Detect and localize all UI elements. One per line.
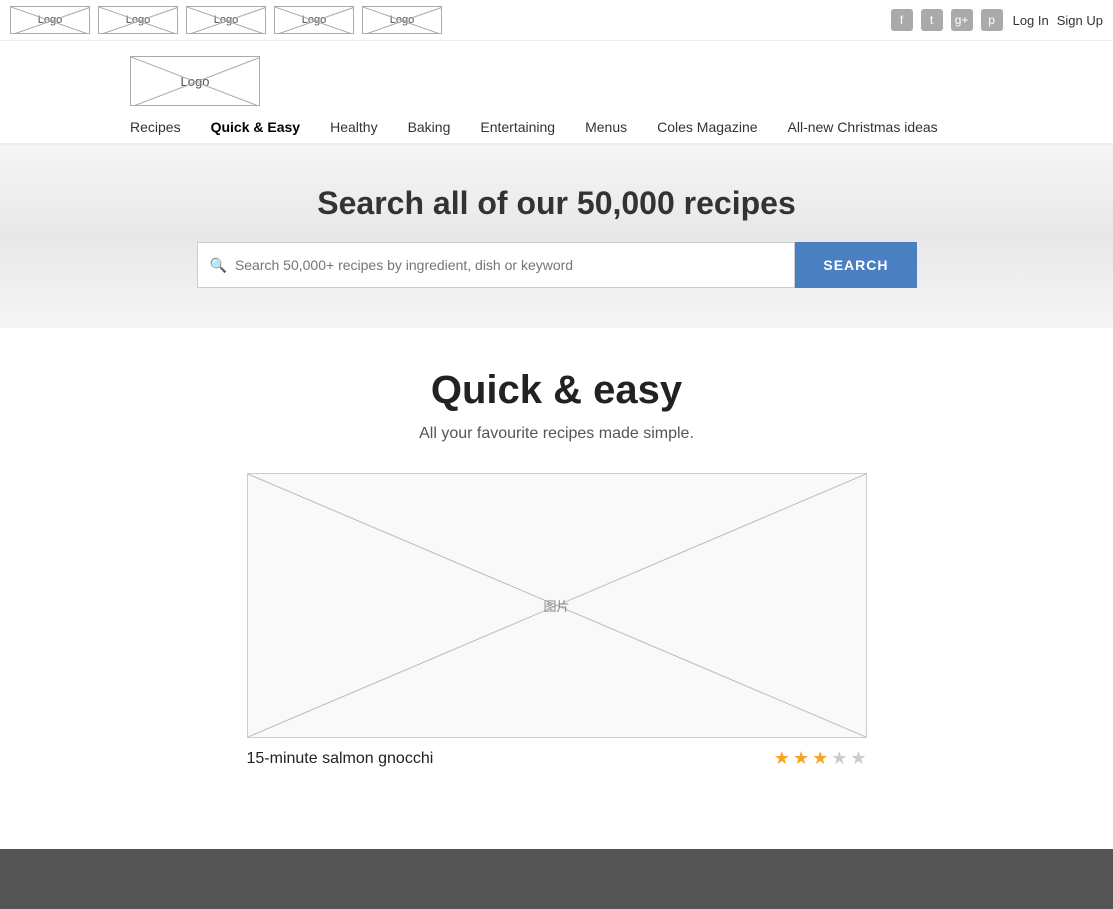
page-subtitle: All your favourite recipes made simple. xyxy=(130,425,983,443)
top-bar: Logo Logo Logo Logo Logo f t g+ p Log In… xyxy=(0,0,1113,41)
login-link[interactable]: Log In xyxy=(1013,13,1049,28)
search-hero: Search all of our 50,000 recipes 🔍 SEARC… xyxy=(0,145,1113,328)
twitter-icon[interactable]: t xyxy=(921,9,943,31)
top-logo-4[interactable]: Logo xyxy=(274,6,354,34)
social-icons: f t g+ p xyxy=(891,9,1003,31)
star-2: ★ xyxy=(793,748,809,769)
top-logo-3[interactable]: Logo xyxy=(186,6,266,34)
pinterest-icon[interactable]: p xyxy=(981,9,1003,31)
search-bar: 🔍 SEARCH xyxy=(197,242,917,288)
recipe-card-bottom: 15-minute salmon gnocchi ★ ★ ★ ★ ★ xyxy=(247,738,867,779)
top-logo-1[interactable]: Logo xyxy=(10,6,90,34)
googleplus-icon[interactable]: g+ xyxy=(951,9,973,31)
nav-christmas[interactable]: All-new Christmas ideas xyxy=(788,119,938,135)
nav-entertaining[interactable]: Entertaining xyxy=(480,119,555,135)
auth-links: Log In Sign Up xyxy=(1013,13,1103,28)
search-button[interactable]: SEARCH xyxy=(795,242,916,288)
star-5: ★ xyxy=(850,748,866,769)
nav-baking[interactable]: Baking xyxy=(408,119,451,135)
footer-bar xyxy=(0,849,1113,909)
facebook-icon[interactable]: f xyxy=(891,9,913,31)
signup-link[interactable]: Sign Up xyxy=(1057,13,1103,28)
nav-quick-easy[interactable]: Quick & Easy xyxy=(211,119,301,135)
search-hero-title: Search all of our 50,000 recipes xyxy=(20,185,1093,222)
recipe-title: 15-minute salmon gnocchi xyxy=(247,750,434,768)
main-logo[interactable]: Logo xyxy=(130,56,260,106)
nav-healthy[interactable]: Healthy xyxy=(330,119,377,135)
page-title: Quick & easy xyxy=(130,368,983,413)
top-logo-5[interactable]: Logo xyxy=(362,6,442,34)
search-icon: 🔍 xyxy=(210,257,227,274)
top-logos: Logo Logo Logo Logo Logo xyxy=(10,6,442,34)
main-nav: Recipes Quick & Easy Healthy Baking Ente… xyxy=(0,111,1113,145)
star-rating: ★ ★ ★ ★ ★ xyxy=(774,748,867,769)
search-input[interactable] xyxy=(235,243,782,287)
nav-coles-magazine[interactable]: Coles Magazine xyxy=(657,119,757,135)
nav-menus[interactable]: Menus xyxy=(585,119,627,135)
recipe-image-placeholder: 图片 xyxy=(543,596,569,615)
main-logo-area: Logo xyxy=(0,41,1113,111)
star-1: ★ xyxy=(774,748,790,769)
top-logo-2[interactable]: Logo xyxy=(98,6,178,34)
recipe-image[interactable]: 图片 xyxy=(247,473,867,738)
page-content: Quick & easy All your favourite recipes … xyxy=(0,328,1113,819)
star-4: ★ xyxy=(831,748,847,769)
top-right-area: f t g+ p Log In Sign Up xyxy=(891,9,1103,31)
star-3: ★ xyxy=(812,748,828,769)
search-input-wrapper: 🔍 xyxy=(197,242,796,288)
nav-recipes[interactable]: Recipes xyxy=(130,119,181,135)
